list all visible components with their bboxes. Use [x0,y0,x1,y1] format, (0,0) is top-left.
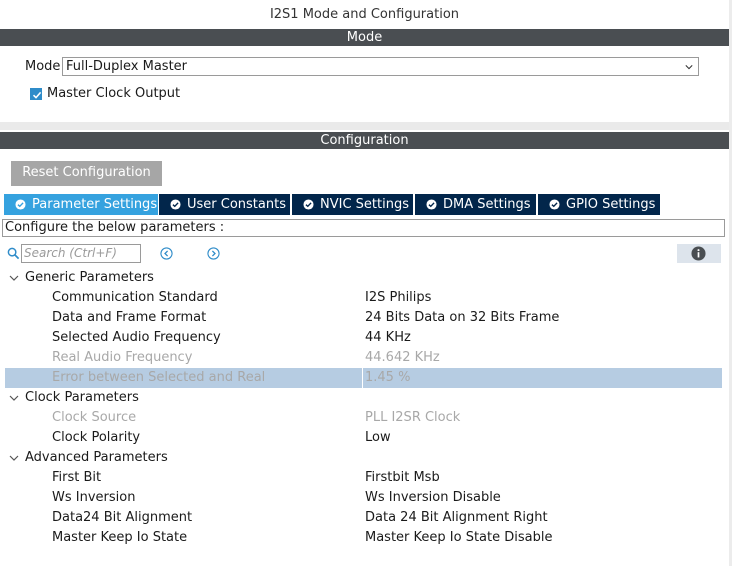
param-value: Low [365,430,391,445]
tab-gpio-settings[interactable]: GPIO Settings [538,194,660,215]
param-value: 1.45 % [365,370,411,385]
param-row[interactable]: Real Audio Frequency 44.642 KHz [5,348,722,368]
param-name: Clock Source [52,410,137,425]
param-row-selected[interactable]: Error between Selected and Real 1.45 % [5,368,722,388]
param-row[interactable]: Ws Inversion Ws Inversion Disable [5,488,722,508]
tab-user-constants[interactable]: User Constants [159,194,290,215]
param-name: Selected Audio Frequency [52,330,221,345]
tab-nvic-settings[interactable]: NVIC Settings [292,194,413,215]
group-label: Clock Parameters [25,390,139,405]
param-name: Error between Selected and Real [52,370,266,385]
tab-label: NVIC Settings [320,197,409,212]
param-name: Master Keep Io State [52,530,188,545]
param-value: Firstbit Msb [365,470,440,485]
param-name: Data and Frame Format [52,310,207,325]
group-label: Generic Parameters [25,270,154,285]
expand-arrow-icon [9,395,19,401]
expand-arrow-icon [9,455,19,461]
tab-label: DMA Settings [443,197,531,212]
mode-dropdown[interactable]: Full-Duplex Master [62,57,699,76]
check-circle-icon [15,199,26,210]
tab-label: GPIO Settings [566,197,656,212]
param-row[interactable]: First Bit Firstbit Msb [5,468,722,488]
param-name: Clock Polarity [52,430,141,445]
param-row[interactable]: Communication Standard I2S Philips [5,288,722,308]
expand-arrow-icon [9,275,19,281]
param-name: Ws Inversion [52,490,136,505]
chevron-right-circle-icon[interactable] [207,247,220,260]
chevron-left-circle-icon[interactable] [160,247,173,260]
tab-label: User Constants [187,197,286,212]
mode-section-header: Mode [0,29,729,46]
check-circle-icon [426,199,437,210]
param-value: 24 Bits Data on 32 Bits Frame [365,310,560,325]
param-value: 44 KHz [365,330,411,345]
search-icon [7,247,20,260]
param-row[interactable]: Clock Polarity Low [5,428,722,448]
param-row[interactable]: Clock Source PLL I2SR Clock [5,408,722,428]
param-name: Real Audio Frequency [52,350,193,365]
tab-dma-settings[interactable]: DMA Settings [415,194,536,215]
param-value: 44.642 KHz [365,350,440,365]
param-value: Master Keep Io State Disable [365,530,553,545]
column-separator [362,368,363,388]
group-label: Advanced Parameters [25,450,168,465]
configure-hint: Configure the below parameters : [2,219,725,237]
param-value: Ws Inversion Disable [365,490,501,505]
mode-label: Mode [25,59,61,74]
param-name: First Bit [52,470,102,485]
info-icon [691,246,706,261]
tab-parameter-settings[interactable]: Parameter Settings [4,194,158,215]
info-button[interactable] [677,244,721,263]
reset-configuration-button[interactable]: Reset Configuration [11,161,162,186]
param-name: Data24 Bit Alignment [52,510,193,525]
checkbox-checked-icon [32,91,42,99]
check-circle-icon [170,199,181,210]
check-circle-icon [303,199,314,210]
param-value: PLL I2SR Clock [365,410,461,425]
search-input[interactable]: Search (Ctrl+F) [21,244,141,263]
window-title: I2S1 Mode and Configuration [269,7,460,22]
master-clock-output-checkbox[interactable] [30,88,42,100]
check-circle-icon [549,199,560,210]
param-value: Data 24 Bit Alignment Right [365,510,548,525]
param-value: I2S Philips [365,290,432,305]
tab-label: Parameter Settings [32,197,158,212]
param-row[interactable]: Master Keep Io State Master Keep Io Stat… [5,528,722,548]
chevron-down-icon [685,65,693,70]
mode-dropdown-value: Full-Duplex Master [66,59,188,74]
param-row[interactable]: Selected Audio Frequency 44 KHz [5,328,722,348]
master-clock-output-label: Master Clock Output [47,86,181,101]
configuration-section-header: Configuration [0,132,729,149]
param-row[interactable]: Data and Frame Format 24 Bits Data on 32… [5,308,722,328]
section-divider [0,122,729,130]
param-row[interactable]: Data24 Bit Alignment Data 24 Bit Alignme… [5,508,722,528]
param-name: Communication Standard [52,290,218,305]
